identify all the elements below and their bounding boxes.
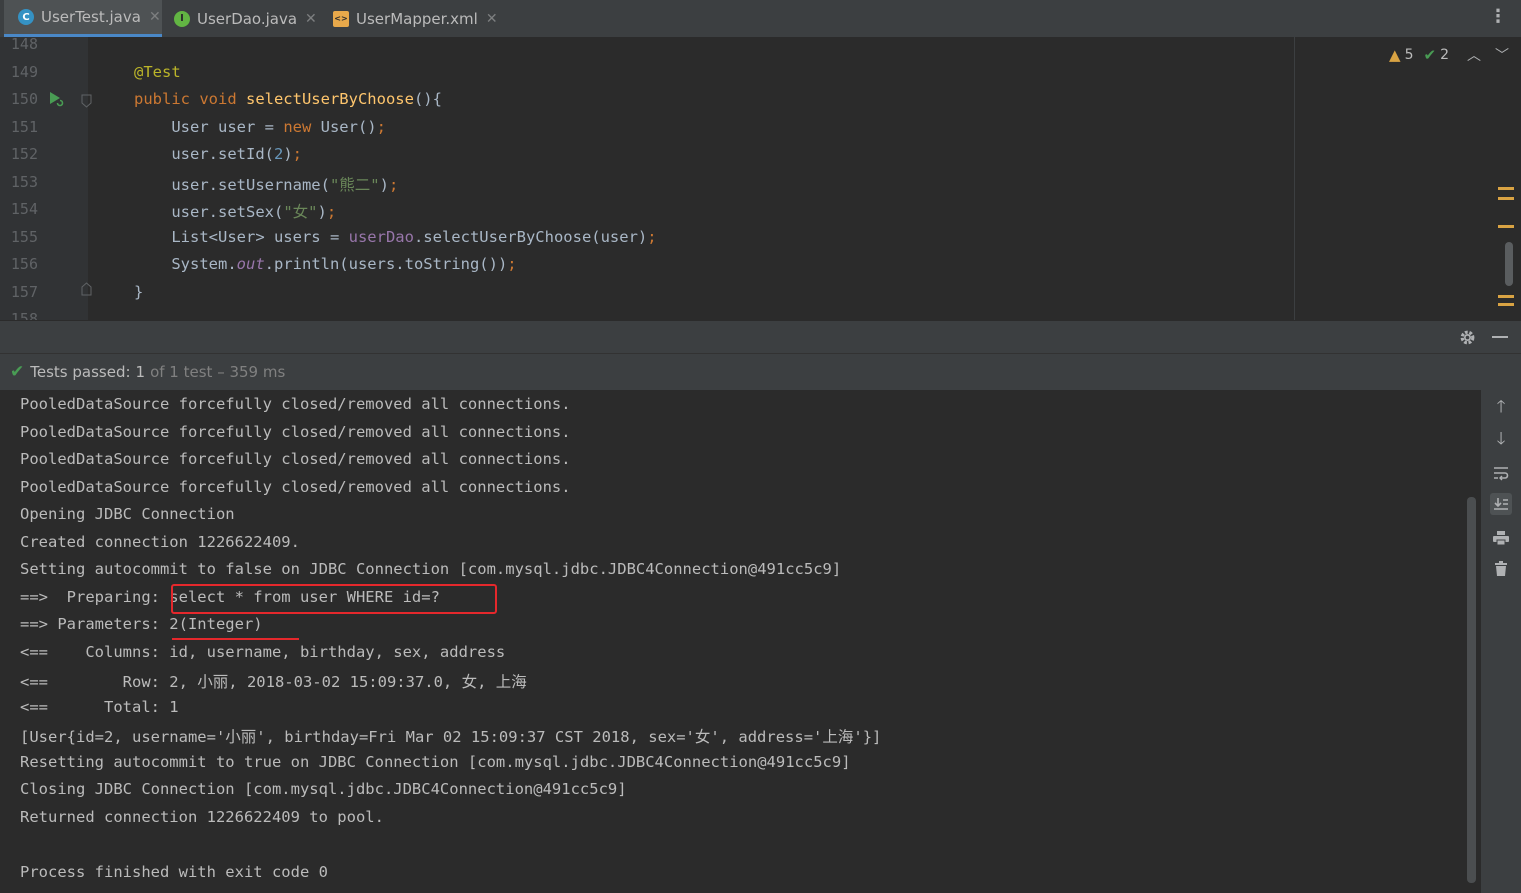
gear-icon[interactable] — [1459, 329, 1476, 346]
check-icon: ✔ — [10, 362, 25, 382]
fold-icon[interactable] — [81, 94, 92, 108]
line-number: 158 — [10, 310, 38, 320]
run-test-icon[interactable] — [47, 90, 65, 108]
xml-file-icon: <> — [333, 10, 349, 27]
tab-userdao-java[interactable]: I UserDao.java ✕ — [174, 0, 317, 37]
ok-count: 2 — [1440, 47, 1449, 63]
line-number: 150 — [10, 90, 38, 108]
console-line: Opening JDBC Connection — [20, 505, 235, 523]
code-line: public void selectUserByChoose(){ — [134, 90, 442, 108]
more-options-icon[interactable]: ⋮ — [1489, 8, 1507, 26]
tab-usertest-java[interactable]: C UserTest.java ✕ — [4, 0, 162, 37]
code-line: user.setSex("女"); — [134, 203, 337, 221]
code-editor[interactable]: 148 149 150 151 152 153 154 155 156 157 … — [0, 37, 1521, 320]
console-line: Setting autocommit to false on JDBC Conn… — [20, 560, 842, 578]
line-number: 148 — [10, 37, 38, 53]
console-output[interactable]: PooledDataSource forcefully closed/remov… — [0, 390, 1481, 893]
warning-marker[interactable] — [1498, 187, 1514, 190]
warning-marker[interactable] — [1498, 225, 1514, 228]
warning-count: 5 — [1404, 47, 1414, 63]
line-number: 149 — [10, 63, 38, 81]
console-line: ==> Parameters: 2(Integer) — [20, 615, 263, 633]
trash-icon[interactable] — [1490, 558, 1512, 580]
inspection-widget[interactable]: ▲ 5 ✔ 2 ︿ ﹀ — [1389, 45, 1509, 65]
print-icon[interactable] — [1490, 527, 1512, 549]
close-icon[interactable]: ✕ — [149, 9, 161, 25]
java-class-icon: C — [18, 9, 34, 25]
console-line: Returned connection 1226622409 to pool. — [20, 808, 384, 826]
code-line: user.setId(2); — [134, 145, 303, 163]
console-line: PooledDataSource forcefully closed/remov… — [20, 478, 571, 496]
console-toolbar: 🡑 🡓 — [1481, 390, 1521, 893]
arrow-up-icon[interactable]: 🡑 — [1490, 397, 1512, 419]
close-icon[interactable]: ✕ — [486, 11, 498, 27]
console-line: [User{id=2, username='小丽', birthday=Fri … — [20, 728, 882, 746]
tab-usermapper-xml[interactable]: <> UserMapper.xml ✕ — [333, 0, 498, 37]
warning-marker[interactable] — [1498, 303, 1514, 306]
close-icon[interactable]: ✕ — [305, 11, 317, 27]
warning-marker[interactable] — [1498, 295, 1514, 298]
editor-scrollbar[interactable] — [1505, 242, 1513, 286]
console-line: PooledDataSource forcefully closed/remov… — [20, 395, 571, 413]
console-line: Created connection 1226622409. — [20, 533, 300, 551]
fold-icon[interactable] — [81, 282, 92, 296]
tab-label: UserMapper.xml — [356, 9, 478, 28]
minimize-icon[interactable] — [1492, 336, 1508, 338]
chevron-down-icon[interactable]: ﹀ — [1495, 45, 1509, 65]
console-line: Resetting autocommit to true on JDBC Con… — [20, 753, 851, 771]
console-line: <== Total: 1 — [20, 698, 179, 716]
status-label: Tests passed: — [30, 363, 131, 381]
parameters-underline — [172, 638, 299, 640]
code-line: List<User> users = userDao.selectUserByC… — [134, 228, 657, 246]
line-number: 156 — [10, 255, 38, 273]
arrow-down-icon[interactable]: 🡓 — [1490, 429, 1512, 451]
code-line: System.out.println(users.toString()); — [134, 255, 517, 273]
editor-tab-bar: C UserTest.java ✕ I UserDao.java ✕ <> Us… — [0, 0, 1521, 38]
chevron-up-icon[interactable]: ︿ — [1467, 45, 1481, 65]
console-line: <== Columns: id, username, birthday, sex… — [20, 643, 506, 661]
line-number: 152 — [10, 145, 38, 163]
run-panel-header — [0, 320, 1521, 354]
console-line: PooledDataSource forcefully closed/remov… — [20, 450, 571, 468]
line-number: 154 — [10, 200, 38, 218]
java-interface-icon: I — [174, 10, 190, 27]
code-line: User user = new User(); — [134, 118, 386, 136]
line-number: 157 — [10, 283, 38, 301]
soft-wrap-icon[interactable] — [1490, 462, 1512, 484]
test-status-bar: ✔ Tests passed: 1 of 1 test – 359 ms — [0, 353, 1521, 391]
check-icon: ✔ — [1423, 46, 1437, 64]
line-number: 153 — [10, 173, 38, 191]
console-scrollbar[interactable] — [1467, 497, 1476, 883]
code-line: user.setUsername("熊二"); — [134, 176, 399, 194]
warning-icon: ▲ — [1389, 46, 1401, 64]
right-margin-guide — [1294, 37, 1295, 320]
tab-label: UserDao.java — [197, 9, 298, 28]
line-number: 155 — [10, 228, 38, 246]
console-line: <== Row: 2, 小丽, 2018-03-02 15:09:37.0, 女… — [20, 673, 527, 691]
sql-highlight-box — [171, 584, 497, 614]
status-detail: of 1 test – 359 ms — [150, 363, 286, 381]
code-line: @Test — [134, 63, 181, 81]
line-number: 151 — [10, 118, 38, 136]
warning-marker[interactable] — [1498, 197, 1514, 200]
scroll-to-end-icon[interactable] — [1490, 493, 1512, 515]
console-line: PooledDataSource forcefully closed/remov… — [20, 423, 571, 441]
code-line: } — [134, 283, 144, 301]
tab-label: UserTest.java — [41, 8, 141, 26]
console-line: Process finished with exit code 0 — [20, 863, 328, 881]
console-line: Closing JDBC Connection [com.mysql.jdbc.… — [20, 780, 627, 798]
status-count: 1 — [135, 363, 146, 381]
